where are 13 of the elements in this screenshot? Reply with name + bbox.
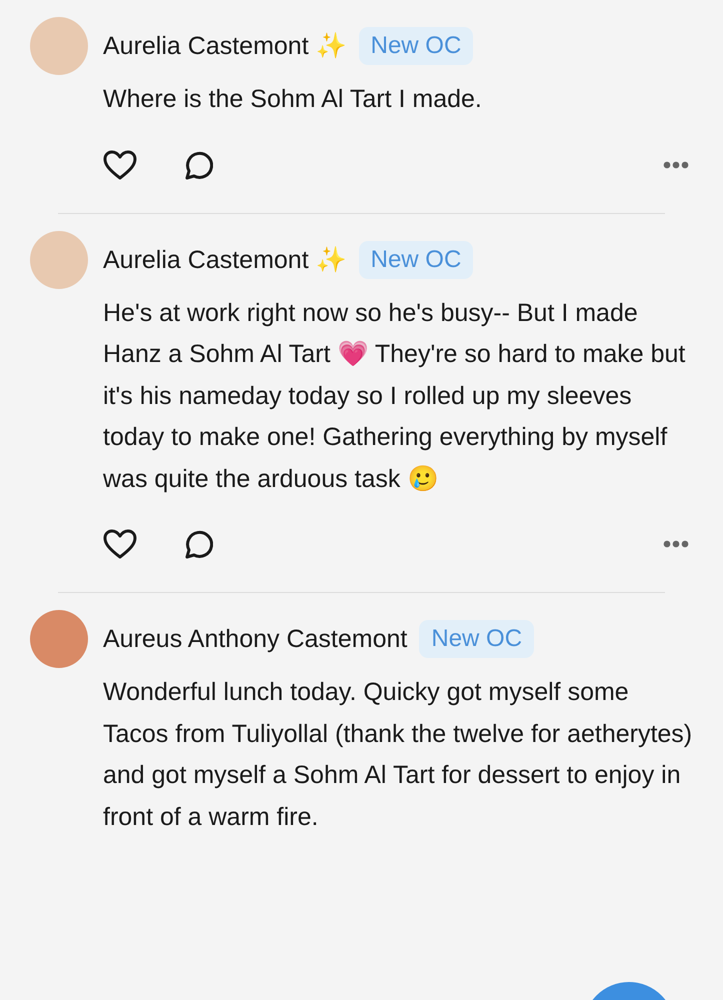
heart-icon[interactable] [103,150,137,180]
tag-badge: New OC [358,27,474,65]
more-icon[interactable] [663,540,689,548]
post-text: Wonderful lunch today. Quicky got myself some Tacos from Tuliyollal (thank the twelve for aetherytes) and got myself a Sohm Al Tart for dessert to enjoy in front of a warm fire. [103,677,693,832]
post-text: He's at work right now so he's busy-- But I made Hanz a Sohm Al Tart 💗 They're so hard to make but it's his nameday today so I rolled up my sleeves today to make one! Gathering everything by myself was quite the arduous task 🥲 [103,298,686,494]
author-name[interactable]: Aurelia Castemont ✨ [103,31,347,61]
heart-icon[interactable] [103,529,137,559]
tag-badge: New OC [358,240,474,278]
author-name[interactable]: Aurelia Castemont ✨ [103,244,347,274]
more-icon[interactable] [663,160,689,168]
author-name[interactable]: Aureus Anthony Castemont [103,624,408,654]
post-text: Where is the Sohm Al Tart I made. [103,84,483,115]
tag-badge: New OC [419,620,534,658]
